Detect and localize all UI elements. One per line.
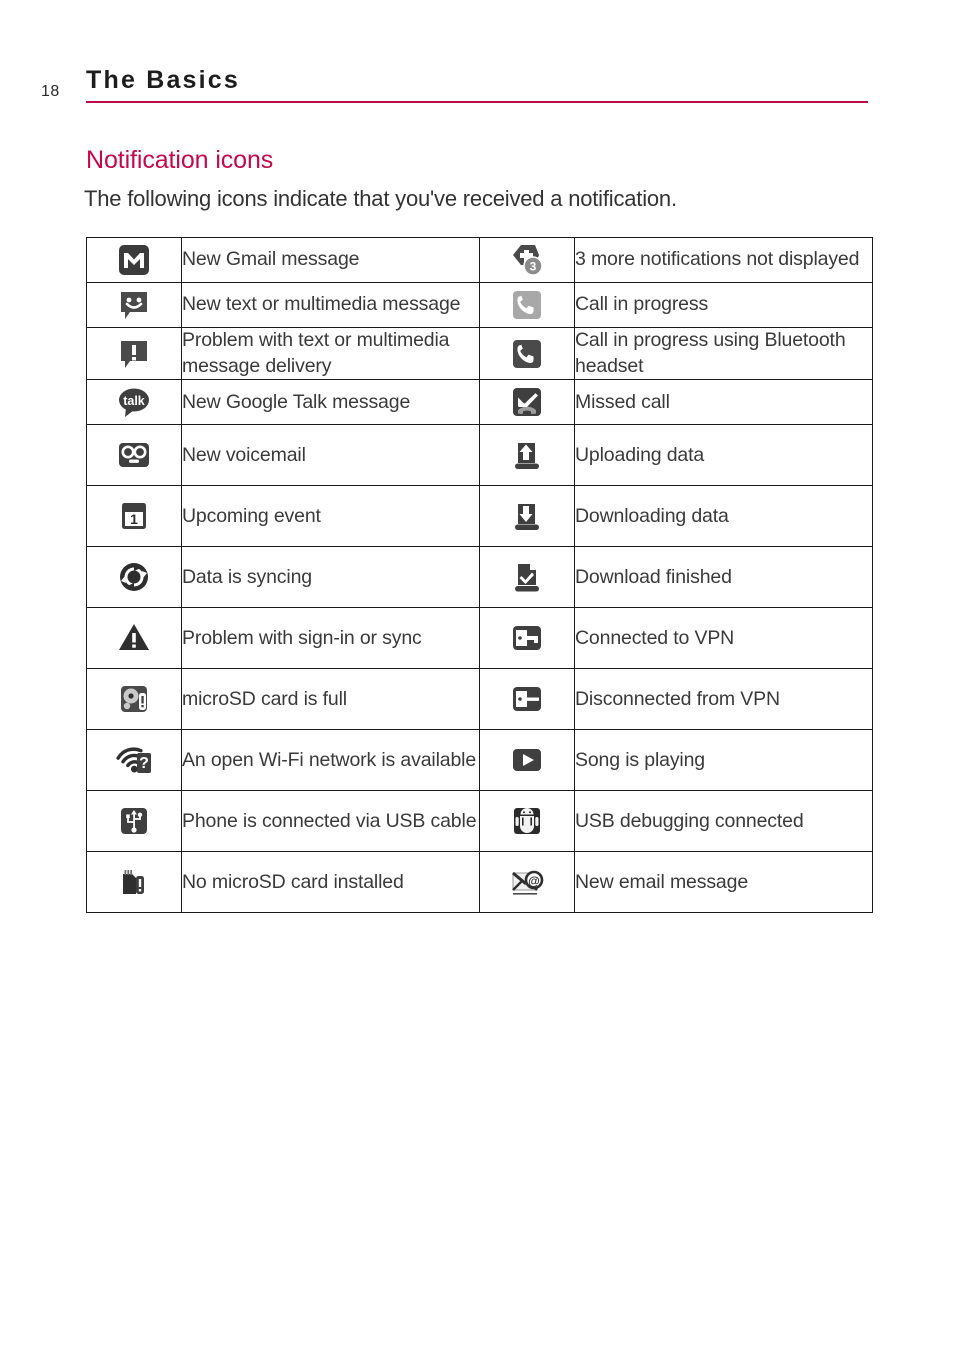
- more-notifications-icon: 3: [505, 238, 549, 282]
- new-email-icon: @: [505, 860, 549, 904]
- icon-cell: 3: [479, 237, 575, 283]
- icon-cell: [479, 790, 575, 853]
- table-row: Problem with text or multimedia message …: [86, 326, 873, 381]
- icon-description: Upcoming event: [181, 485, 480, 548]
- calendar-glyph-text: 1: [130, 511, 138, 527]
- sdcard-full-icon: [112, 677, 156, 721]
- download-finished-icon: [505, 555, 549, 599]
- icon-cell: 1: [86, 485, 182, 548]
- page-number: 18: [41, 83, 60, 100]
- icon-cell: [86, 668, 182, 731]
- table-row: No microSD card installed @ New email me…: [86, 851, 873, 914]
- chapter-title: The Basics: [86, 66, 241, 94]
- icon-description: New Google Talk message: [181, 379, 480, 426]
- icon-description: 3 more notifications not displayed: [574, 237, 873, 283]
- section-heading: Notification icons: [86, 146, 274, 174]
- svg-text:@: @: [528, 874, 540, 888]
- upload-data-icon: [505, 433, 549, 477]
- icon-description: microSD card is full: [181, 668, 480, 731]
- icon-description: No microSD card installed: [181, 851, 480, 914]
- call-bluetooth-icon: [505, 332, 549, 376]
- call-in-progress-icon: [505, 283, 549, 327]
- svg-text:3: 3: [530, 260, 537, 274]
- vpn-connected-icon: [505, 616, 549, 660]
- icon-description: New voicemail: [181, 424, 480, 487]
- missed-call-icon: [505, 380, 549, 424]
- icon-description: USB debugging connected: [574, 790, 873, 853]
- icon-description: Call in progress: [574, 282, 873, 328]
- message-problem-icon: [112, 332, 156, 376]
- calendar-event-icon: 1: [112, 494, 156, 538]
- icon-cell: [479, 282, 575, 328]
- table-row: New voicemail Uploading data: [86, 424, 873, 487]
- table-row: Problem with sign-in or sync Connected t…: [86, 607, 873, 670]
- wifi-open-network-icon: ?: [112, 738, 156, 782]
- icon-cell: [479, 326, 575, 381]
- icon-description: Problem with text or multimedia message …: [181, 326, 480, 381]
- icon-description: Data is syncing: [181, 546, 480, 609]
- icon-cell: [479, 379, 575, 426]
- icon-cell: [86, 851, 182, 914]
- icon-cell: talk: [86, 379, 182, 426]
- icon-description: Problem with sign-in or sync: [181, 607, 480, 670]
- warning-triangle-icon: [112, 616, 156, 660]
- icon-description: Call in progress using Bluetooth headset: [574, 326, 873, 381]
- icon-description: Download finished: [574, 546, 873, 609]
- icon-cell: [86, 607, 182, 670]
- icon-cell: [479, 485, 575, 548]
- icon-description: Disconnected from VPN: [574, 668, 873, 731]
- icon-cell: [86, 424, 182, 487]
- icon-description: Downloading data: [574, 485, 873, 548]
- icon-cell: [86, 237, 182, 283]
- table-body: New Gmail message 3 3 more notifications…: [86, 237, 873, 914]
- icon-cell: [86, 790, 182, 853]
- icon-description: New text or multimedia message: [181, 282, 480, 328]
- icon-cell: @: [479, 851, 575, 914]
- table-row: talk New Google Talk message Missed call: [86, 379, 873, 426]
- icon-description: An open Wi-Fi network is available: [181, 729, 480, 792]
- icon-description: Missed call: [574, 379, 873, 426]
- table-row: ? An open Wi-Fi network is available Son…: [86, 729, 873, 792]
- icon-description: Connected to VPN: [574, 607, 873, 670]
- sync-icon: [112, 555, 156, 599]
- table-row: 1 Upcoming event Downloading data: [86, 485, 873, 548]
- table-row: microSD card is full Disconnected from V…: [86, 668, 873, 731]
- usb-cable-icon: [112, 799, 156, 843]
- icon-description: Phone is connected via USB cable: [181, 790, 480, 853]
- icon-description: Song is playing: [574, 729, 873, 792]
- header-rule: [86, 101, 868, 103]
- google-talk-icon: talk: [112, 380, 156, 424]
- section-intro: The following icons indicate that you've…: [84, 186, 677, 211]
- icon-description: New email message: [574, 851, 873, 914]
- sms-message-icon: [112, 283, 156, 327]
- icon-cell: [479, 668, 575, 731]
- icon-cell: ?: [86, 729, 182, 792]
- usb-debugging-icon: [505, 799, 549, 843]
- notification-icons-table: New Gmail message 3 3 more notifications…: [86, 237, 873, 914]
- icon-description: New Gmail message: [181, 237, 480, 283]
- table-row: Phone is connected via USB cable USB deb…: [86, 790, 873, 853]
- gmail-icon: [112, 238, 156, 282]
- icon-cell: [86, 326, 182, 381]
- icon-cell: [479, 729, 575, 792]
- icon-cell: [479, 546, 575, 609]
- voicemail-icon: [112, 433, 156, 477]
- google-talk-glyph-text: talk: [123, 394, 145, 408]
- no-sdcard-icon: [112, 860, 156, 904]
- icon-cell: [86, 546, 182, 609]
- table-row: Data is syncing Download finished: [86, 546, 873, 609]
- page-header: 18 The Basics: [0, 66, 954, 112]
- svg-text:?: ?: [139, 755, 149, 772]
- icon-cell: [86, 282, 182, 328]
- table-row: New text or multimedia message Call in p…: [86, 282, 873, 328]
- icon-cell: [479, 607, 575, 670]
- download-data-icon: [505, 494, 549, 538]
- icon-cell: [479, 424, 575, 487]
- icon-description: Uploading data: [574, 424, 873, 487]
- table-row: New Gmail message 3 3 more notifications…: [86, 237, 873, 283]
- music-play-icon: [505, 738, 549, 782]
- vpn-disconnected-icon: [505, 677, 549, 721]
